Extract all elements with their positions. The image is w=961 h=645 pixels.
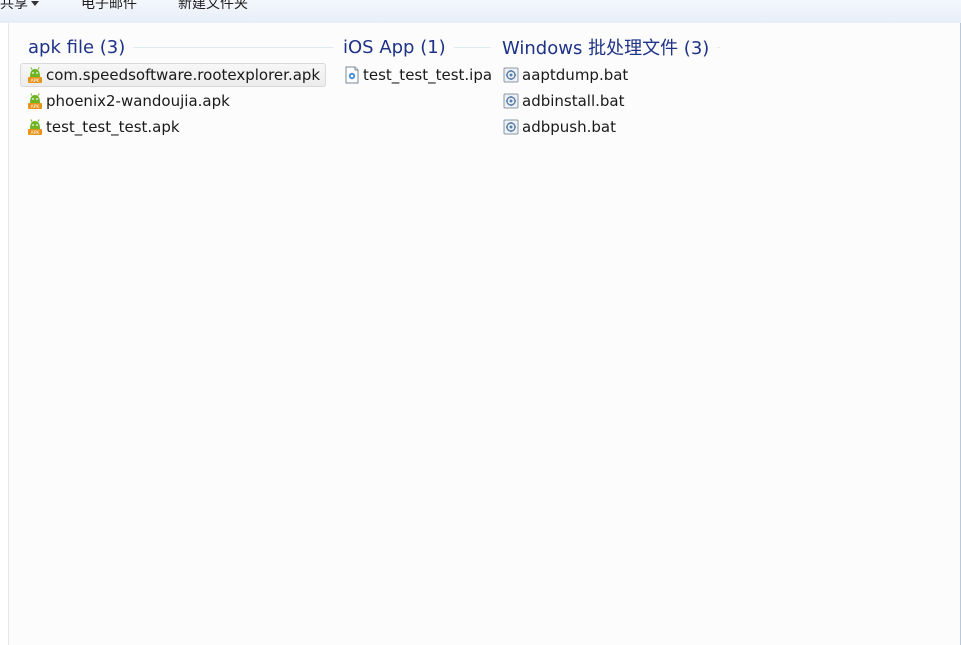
file-item[interactable]: test_test_test.ipa <box>337 63 493 87</box>
file-list-pane[interactable]: apk file (3) APK com.speedsoftware.roote… <box>9 23 961 645</box>
group-header[interactable]: apk file (3) <box>28 35 334 59</box>
group-title: iOS App (1) <box>343 36 446 58</box>
group-divider <box>717 46 720 48</box>
file-item[interactable]: adbinstall.bat <box>496 89 720 113</box>
android-apk-icon: APK <box>27 92 43 110</box>
file-name: test_test_test.apk <box>46 118 180 136</box>
command-bar: 共享 电子邮件 新建文件夹 <box>0 0 961 24</box>
group-header[interactable]: Windows 批处理文件 (3) <box>502 35 720 59</box>
ipa-file-icon <box>344 66 360 84</box>
file-name: phoenix2-wandoujia.apk <box>46 92 230 110</box>
file-item[interactable]: APK com.speedsoftware.rootexplorer.apk <box>20 63 326 87</box>
group-apk-file: apk file (3) APK com.speedsoftware.roote… <box>20 35 334 141</box>
explorer-window: 共享 电子邮件 新建文件夹 apk file (3) APK com.speed… <box>0 0 961 645</box>
share-label: 共享 <box>0 0 28 12</box>
svg-text:APK: APK <box>31 78 41 84</box>
group-divider <box>453 46 491 48</box>
new-folder-button[interactable]: 新建文件夹 <box>178 0 248 13</box>
email-button[interactable]: 电子邮件 <box>81 0 137 13</box>
file-item[interactable]: aaptdump.bat <box>496 63 720 87</box>
batch-file-icon <box>503 92 519 110</box>
group-windows-batch: Windows 批处理文件 (3) aaptdump.bat adbinstal… <box>502 35 720 141</box>
android-apk-icon: APK <box>27 118 43 136</box>
svg-text:APK: APK <box>31 104 41 110</box>
file-name: com.speedsoftware.rootexplorer.apk <box>46 66 321 84</box>
android-apk-icon: APK <box>27 66 43 84</box>
batch-file-icon <box>503 66 519 84</box>
navigation-pane-edge <box>0 23 9 645</box>
file-name: adbinstall.bat <box>522 92 625 110</box>
batch-file-icon <box>503 118 519 136</box>
group-header[interactable]: iOS App (1) <box>343 35 491 59</box>
group-divider <box>133 46 334 48</box>
group-ios-app: iOS App (1) test_test_test.ipa <box>343 35 492 89</box>
file-name: adbpush.bat <box>522 118 616 136</box>
file-item[interactable]: APK phoenix2-wandoujia.apk <box>20 89 334 113</box>
file-item[interactable]: adbpush.bat <box>496 115 720 139</box>
svg-text:APK: APK <box>31 130 41 136</box>
chevron-down-icon <box>31 1 39 6</box>
file-name: test_test_test.ipa <box>363 66 493 84</box>
file-item[interactable]: APK test_test_test.apk <box>20 115 334 139</box>
share-button[interactable]: 共享 <box>0 0 39 13</box>
group-title: apk file (3) <box>28 36 126 58</box>
group-title: Windows 批处理文件 (3) <box>502 38 710 59</box>
file-name: aaptdump.bat <box>522 66 629 84</box>
